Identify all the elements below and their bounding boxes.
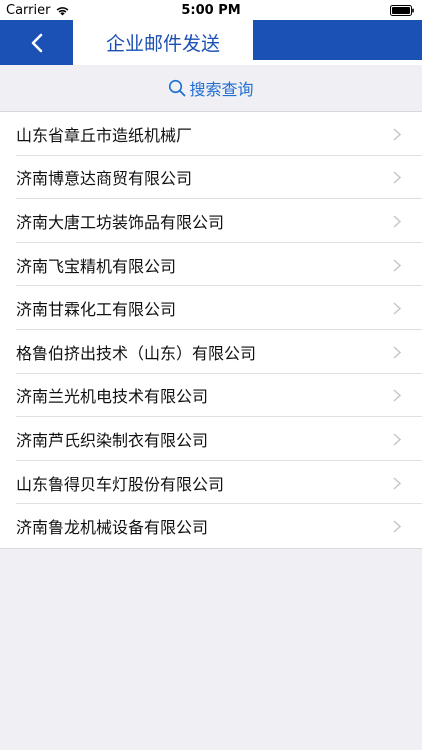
company-name: 济南博意达商贸有限公司 — [16, 169, 193, 189]
app-screen: Carrier 5:00 PM 企业邮件发送 搜索查询 山东省章丘市造纸机械厂 … — [0, 0, 422, 750]
chevron-right-icon — [393, 259, 401, 272]
list-item[interactable]: 济南兰光机电技术有限公司 — [0, 373, 422, 418]
list-item[interactable]: 山东省章丘市造纸机械厂 — [0, 112, 422, 156]
company-name: 济南甘霖化工有限公司 — [16, 300, 177, 320]
company-name: 济南兰光机电技术有限公司 — [16, 387, 209, 407]
list-item[interactable]: 济南飞宝精机有限公司 — [0, 242, 422, 287]
list-item[interactable]: 济南芦氏织染制衣有限公司 — [0, 417, 422, 461]
company-name: 济南飞宝精机有限公司 — [16, 256, 177, 276]
chevron-right-icon — [393, 171, 401, 184]
chevron-right-icon — [393, 346, 401, 359]
back-button[interactable] — [0, 20, 73, 65]
nav-bar: 企业邮件发送 — [0, 20, 422, 65]
search-label: 搜索查询 — [189, 79, 254, 99]
status-time: 5:00 PM — [181, 3, 241, 18]
status-bar: Carrier 5:00 PM — [0, 0, 422, 20]
company-name: 济南大唐工坊装饰品有限公司 — [16, 212, 225, 232]
list-item[interactable]: 格鲁伯挤出技术（山东）有限公司 — [0, 329, 422, 374]
chevron-right-icon — [393, 476, 401, 490]
chevron-right-icon — [393, 215, 401, 228]
company-name: 济南芦氏织染制衣有限公司 — [16, 430, 209, 450]
page-title: 企业邮件发送 — [105, 33, 220, 55]
company-list: 山东省章丘市造纸机械厂 济南博意达商贸有限公司 济南大唐工坊装饰品有限公司 济南… — [0, 111, 422, 549]
chevron-right-icon — [393, 433, 401, 446]
chevron-right-icon — [393, 389, 401, 402]
battery-icon — [390, 5, 414, 16]
company-name: 山东省章丘市造纸机械厂 — [16, 125, 193, 145]
list-item[interactable]: 山东鲁得贝车灯股份有限公司 — [0, 460, 422, 505]
chevron-left-icon — [31, 33, 42, 52]
list-item[interactable]: 济南博意达商贸有限公司 — [0, 155, 422, 200]
search-icon — [169, 79, 186, 96]
search-button[interactable]: 搜索查询 — [0, 65, 422, 110]
company-name: 格鲁伯挤出技术（山东）有限公司 — [16, 343, 257, 363]
nav-accent-block — [253, 20, 422, 60]
chevron-right-icon — [393, 128, 401, 141]
company-name: 山东鲁得贝车灯股份有限公司 — [16, 474, 225, 494]
chevron-right-icon — [393, 302, 401, 315]
company-name: 济南鲁龙机械设备有限公司 — [16, 518, 209, 538]
list-item[interactable]: 济南大唐工坊装饰品有限公司 — [0, 199, 422, 243]
list-item[interactable]: 济南鲁龙机械设备有限公司 — [0, 504, 422, 548]
chevron-right-icon — [393, 520, 401, 533]
list-item[interactable]: 济南甘霖化工有限公司 — [0, 286, 422, 330]
